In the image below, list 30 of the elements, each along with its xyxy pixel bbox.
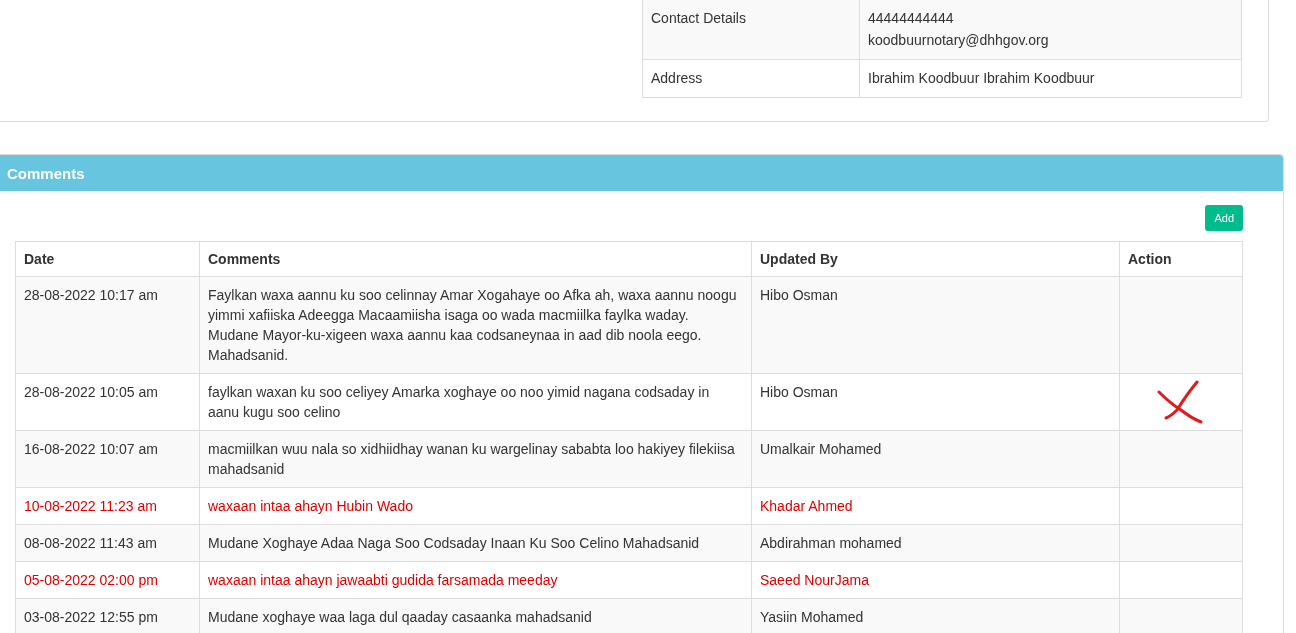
add-button[interactable]: Add — [1205, 205, 1243, 231]
detail-label: Address — [642, 59, 860, 98]
detail-value: 44444444444 — [868, 9, 955, 28]
comment-cell: macmiilkan wuu nala so xidhiidhay wanan ku wargelinay sababta loo hakiyey filekiisa mahadsanid — [199, 430, 752, 488]
column-header: Updated By — [751, 241, 1120, 277]
date-cell: 03-08-2022 12:55 pm — [15, 598, 200, 633]
date-cell: 28-08-2022 10:05 am — [15, 373, 200, 431]
panel-title: Comments — [7, 164, 85, 182]
date-cell: 08-08-2022 11:43 am — [15, 524, 200, 562]
comment-cell: Mudane Xoghaye Adaa Naga Soo Codsaday Inaan Ku Soo Celino Mahadsanid — [199, 524, 752, 562]
column-header: Comments — [199, 241, 752, 277]
comment-cell: Faylkan waxa aannu ku soo celinnay Amar Xogahaye oo Afka ah, waxa aannu noogu yimmi xafiiska Adeegga Macaamiisha isaga oo wada macmiilka faylka waday. Mudane Mayor-ku-xigeen waxa aannu kaa codsaneynaa in aad dib noola eego. Mahadsanid. — [199, 276, 752, 374]
comment-cell: waxaan intaa ahayn Hubin Wado — [199, 487, 752, 525]
column-header: Action — [1119, 241, 1243, 277]
date-cell: 10-08-2022 11:23 am — [15, 487, 200, 525]
updated-by-cell: Hibo Osman — [751, 276, 1120, 374]
detail-value: koodbuurnotary@dhhgov.org — [868, 31, 1050, 50]
updated-by-cell: Khadar Ahmed — [751, 487, 1120, 525]
updated-by-cell: Umalkair Mohamed — [751, 430, 1120, 488]
detail-label: Contact Details — [642, 0, 860, 60]
date-cell: 28-08-2022 10:17 am — [15, 276, 200, 374]
comment-cell: faylkan waxan ku soo celiyey Amarka xoghaye oo noo yimid nagana codsaday in aanu kugu soo celino — [199, 373, 752, 431]
updated-by-cell: Saeed NourJama — [751, 561, 1120, 599]
updated-by-cell: Abdirahman mohamed — [751, 524, 1120, 562]
date-cell: 05-08-2022 02:00 pm — [15, 561, 200, 599]
updated-by-cell: Hibo Osman — [751, 373, 1120, 431]
column-header: Date — [15, 241, 200, 277]
comment-cell: waxaan intaa ahayn jawaabti gudida farsamada meeday — [199, 561, 752, 599]
date-cell: 16-08-2022 10:07 am — [15, 430, 200, 488]
detail-value: Ibrahim Koodbuur Ibrahim Koodbuur — [868, 69, 1096, 88]
